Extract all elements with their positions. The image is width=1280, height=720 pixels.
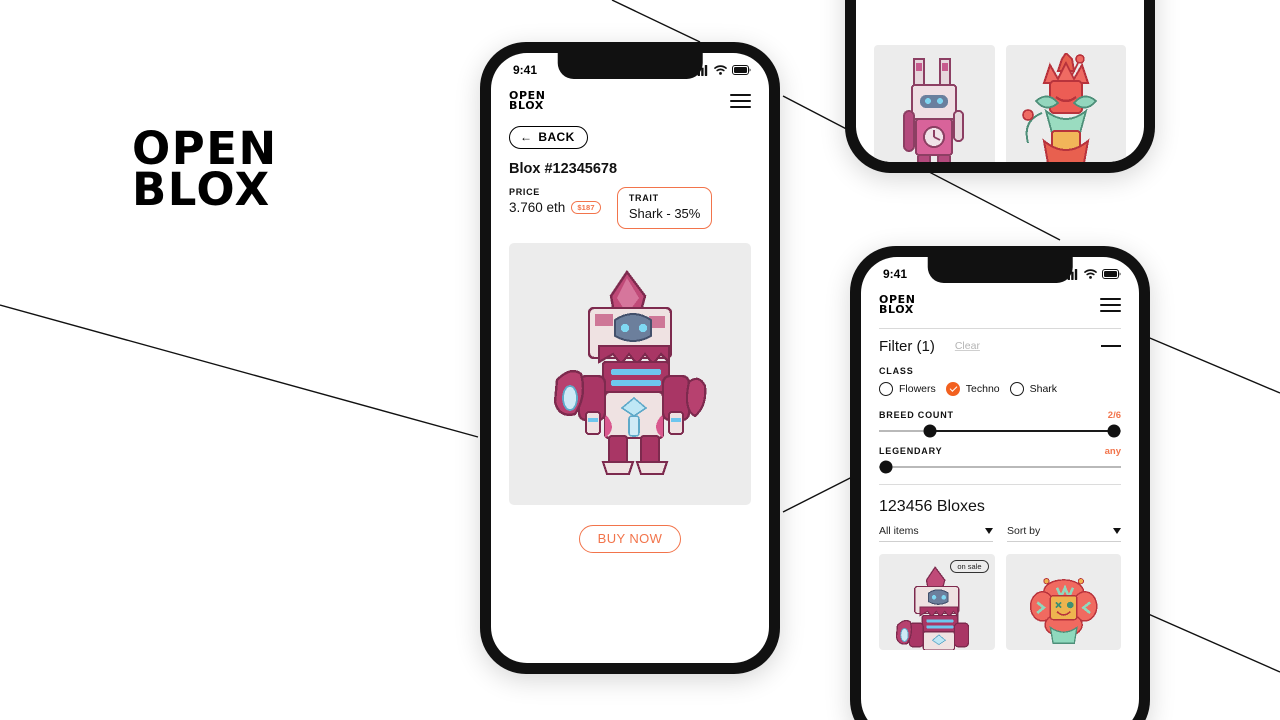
listing-card-grid: on sale — [861, 542, 1139, 650]
flower-face-blox-character — [1030, 577, 1098, 644]
results-controls: All items Sort by — [861, 516, 1139, 542]
app-logo[interactable]: OPEN BLOX — [509, 90, 546, 113]
card-artwork — [874, 45, 995, 162]
slider-fill — [929, 429, 1114, 432]
slider-knob-min[interactable] — [879, 460, 893, 474]
on-sale-badge: on sale — [950, 559, 989, 573]
price-usd-badge: $187 — [571, 200, 601, 215]
radio-dot-checked — [945, 381, 960, 396]
legendary-header: LEGENDARY any — [861, 432, 1139, 457]
buy-now-button[interactable]: BUY NOW — [578, 524, 682, 553]
meta-row: PRICE 3.760 eth $187 TRAIT Shark - 35% — [509, 186, 769, 229]
phone-top-screen: Blox #12345678 3.760 eth $187 — [856, 0, 1144, 162]
radio-dot — [1009, 381, 1024, 396]
results-count: 123456 Bloxes — [879, 497, 985, 515]
radio-flowers[interactable]: Flowers — [879, 381, 936, 396]
slider-knob-min[interactable] — [923, 424, 937, 438]
caret-down-icon — [1113, 527, 1121, 534]
top-card-grid: Blox #12345678 3.760 eth $187 — [874, 45, 1126, 162]
filter-clear-button[interactable]: Clear — [955, 340, 980, 352]
phone-listing: 9:41 OPEN BLOX Filter (1) Clear CLASS Fl… — [850, 246, 1150, 720]
phone-detail: 9:41 OPEN BLOX ← BACK Blox #12345678 PRI… — [480, 42, 780, 674]
radio-label: Techno — [965, 382, 1000, 395]
card-item[interactable]: Blox #12345678 3.760 eth $187 — [1005, 45, 1126, 162]
radio-shark[interactable]: Shark — [1009, 381, 1058, 396]
battery-icon — [732, 65, 751, 75]
price-block: PRICE 3.760 eth $187 — [509, 187, 601, 215]
legendary-label: LEGENDARY — [879, 445, 943, 456]
filter-header: Filter (1) Clear — [861, 329, 1139, 355]
app-logo-line-2: BLOX — [879, 303, 914, 317]
trait-value: Shark - 35% — [628, 205, 701, 221]
wifi-icon — [1084, 269, 1097, 279]
card-artwork: on sale — [879, 553, 995, 650]
radio-label: Flowers — [899, 382, 936, 395]
card-item[interactable]: Blox #12345678 3.760 eth $187 — [874, 45, 995, 162]
class-section-label: CLASS — [879, 365, 914, 376]
phone-listing-screen: 9:41 OPEN BLOX Filter (1) Clear CLASS Fl… — [861, 257, 1139, 720]
card-item[interactable] — [1005, 553, 1121, 650]
wifi-icon — [714, 65, 727, 75]
status-time: 9:41 — [513, 63, 538, 77]
shark-class-blox-character — [553, 270, 706, 476]
sort-by-select[interactable]: Sort by — [1007, 525, 1121, 542]
back-arrow-icon: ← — [520, 129, 533, 144]
card-artwork — [1005, 553, 1121, 650]
filter-title: Filter (1) — [879, 337, 935, 355]
phone-top-right: Blox #12345678 3.760 eth $187 — [845, 0, 1155, 173]
card-item[interactable]: on sale — [879, 553, 995, 650]
battery-icon — [1102, 269, 1121, 279]
legendary-value: any — [1104, 445, 1121, 457]
artwork-stage — [509, 242, 751, 505]
poster-canvas: OPEN BLOX 9:41 OPEN BLOX ← BACK Blox #12… — [0, 0, 1280, 720]
breed-count-slider[interactable] — [879, 424, 1121, 438]
notch — [927, 257, 1073, 283]
radio-label: Shark — [1029, 382, 1058, 395]
price-label: PRICE — [509, 186, 541, 197]
shark-class-blox-character — [895, 565, 969, 650]
minus-icon[interactable] — [1101, 345, 1121, 348]
trait-label: TRAIT — [628, 192, 659, 203]
card-artwork — [1005, 45, 1126, 162]
openblox-logo: OPEN BLOX — [132, 126, 278, 217]
radio-techno[interactable]: Techno — [945, 381, 1000, 396]
breed-count-value: 2/6 — [1107, 409, 1121, 421]
hamburger-menu-icon[interactable] — [1100, 298, 1121, 313]
status-time: 9:41 — [883, 267, 908, 281]
breed-count-header: BREED COUNT 2/6 — [861, 396, 1139, 421]
app-header: OPEN BLOX — [491, 83, 769, 118]
app-logo-line-2: BLOX — [509, 99, 544, 113]
phone-detail-screen: 9:41 OPEN BLOX ← BACK Blox #12345678 PRI… — [491, 53, 769, 663]
breed-count-label: BREED COUNT — [879, 409, 954, 420]
price-value-row: 3.760 eth $187 — [509, 200, 601, 215]
flower-dragon-blox — [1021, 53, 1098, 162]
caret-down-icon — [985, 527, 993, 534]
app-header: OPEN BLOX — [861, 287, 1139, 322]
hamburger-menu-icon[interactable] — [730, 94, 751, 109]
back-button[interactable]: ← BACK — [509, 125, 588, 149]
app-logo[interactable]: OPEN BLOX — [879, 294, 916, 317]
legendary-slider[interactable] — [879, 460, 1121, 474]
class-radio-group: Flowers Techno Shark — [861, 376, 1139, 396]
all-items-select[interactable]: All items — [879, 525, 993, 542]
techno-bunny-robot-blox — [903, 58, 965, 162]
radio-dot — [879, 381, 893, 396]
notch — [557, 53, 703, 79]
page-title: Blox #12345678 — [509, 160, 618, 177]
all-items-value: All items — [879, 524, 919, 537]
slider-knob-max[interactable] — [1107, 424, 1121, 438]
logo-line-2: BLOX — [132, 163, 271, 217]
back-button-label: BACK — [538, 129, 575, 144]
sort-by-value: Sort by — [1007, 524, 1041, 537]
price-eth: 3.760 eth — [509, 199, 566, 215]
trait-block[interactable]: TRAIT Shark - 35% — [616, 186, 713, 229]
